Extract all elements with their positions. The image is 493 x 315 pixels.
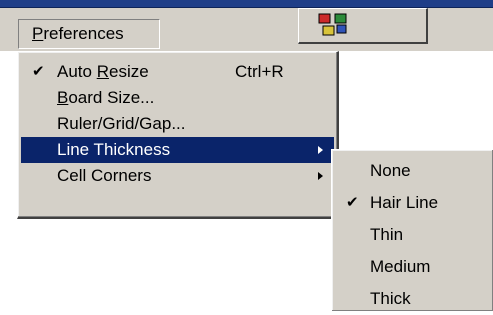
preferences-dropdown: ✔ Auto Resize Ctrl+R Board Size... Ruler… — [17, 51, 339, 219]
palette-toolbar-button[interactable] — [298, 8, 428, 44]
checkmark-icon: ✔ — [346, 194, 359, 211]
submenu-item-medium[interactable]: Medium — [335, 251, 490, 283]
submenu-item-hair-line[interactable]: ✔ Hair Line — [335, 187, 490, 219]
menu-item-label: Auto Resize — [57, 59, 149, 85]
menu-item-label: Line Thickness — [57, 140, 171, 159]
submenu-arrow-icon — [318, 172, 323, 180]
submenu-item-thick[interactable]: Thick — [335, 283, 490, 315]
line-thickness-submenu: None ✔ Hair Line Thin Medium Thick — [331, 149, 493, 311]
label-accel: R — [96, 62, 109, 81]
menu-item-shortcut: Ctrl+R — [235, 62, 284, 81]
menu-item-ruler-grid-gap[interactable]: Ruler/Grid/Gap... — [21, 111, 334, 137]
palette-icon — [318, 13, 347, 36]
submenu-item-label: Hair Line — [370, 193, 439, 212]
menu-item-line-thickness[interactable]: Line Thickness — [21, 137, 334, 163]
preferences-menu-label-accel: P — [32, 24, 44, 43]
menu-item-cell-corners[interactable]: Cell Corners — [21, 163, 334, 189]
menu-item-label: Ruler/Grid/Gap... — [57, 114, 186, 133]
checkmark-icon: ✔ — [32, 63, 45, 80]
label-post: oard Size... — [68, 88, 155, 107]
menu-item-label: Board Size... — [57, 85, 154, 111]
submenu-item-none[interactable]: None — [335, 155, 490, 187]
menu-item-auto-resize[interactable]: ✔ Auto Resize Ctrl+R — [21, 59, 334, 85]
submenu-arrow-icon — [318, 146, 323, 154]
submenu-item-label: Thin — [370, 225, 404, 244]
label-pre: Auto — [57, 62, 97, 81]
submenu-item-label: Thick — [370, 289, 411, 308]
menu-bar: Preferences — [0, 8, 493, 51]
menu-item-label: Cell Corners — [57, 166, 152, 185]
submenu-item-label: None — [370, 161, 411, 180]
label-accel: B — [57, 88, 69, 107]
preferences-menu-label-rest: references — [43, 24, 124, 43]
submenu-item-label: Medium — [370, 257, 431, 276]
preferences-menu[interactable]: Preferences — [18, 19, 160, 49]
window-top-border — [0, 0, 493, 8]
menu-item-board-size[interactable]: Board Size... — [21, 85, 334, 111]
label-post: esize — [108, 62, 149, 81]
submenu-item-thin[interactable]: Thin — [335, 219, 490, 251]
